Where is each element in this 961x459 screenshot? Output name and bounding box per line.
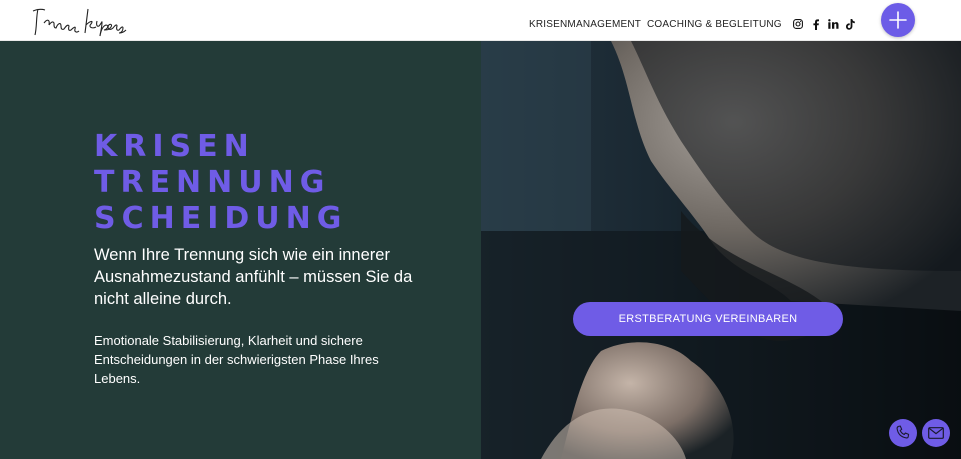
phone-button[interactable] [889,419,917,447]
plus-icon [889,11,907,29]
instagram-icon[interactable] [792,18,804,30]
book-consultation-button[interactable]: ERSTBERATUNG VEREINBAREN [573,302,843,336]
hero-lead-text: Wenn Ihre Trennung sich wie ein innerer … [94,246,413,308]
site-header: KRISENMANAGEMENT COACHING & BEGLEITUNG [0,0,961,41]
hero-sub-text: Emotionale Stabilisierung, Klarheit und … [94,333,379,386]
mail-icon [928,427,944,439]
menu-plus-button[interactable] [881,3,915,37]
hero-photo [481,41,961,459]
headline-line-2: TRENNUNG [94,165,331,200]
mail-button[interactable] [922,419,950,447]
headline-line-3: SCHEIDUNG [94,201,348,236]
tiktok-icon[interactable] [844,18,856,30]
linkedin-icon[interactable] [827,18,839,30]
nav-item-coaching[interactable]: COACHING & BEGLEITUNG [647,19,782,30]
nav-item-krisenmanagement[interactable]: KRISENMANAGEMENT [529,19,641,30]
logo[interactable] [32,3,150,39]
facebook-icon[interactable] [810,18,822,30]
phone-icon [896,425,910,439]
headline-line-1: KRISEN [94,129,255,164]
